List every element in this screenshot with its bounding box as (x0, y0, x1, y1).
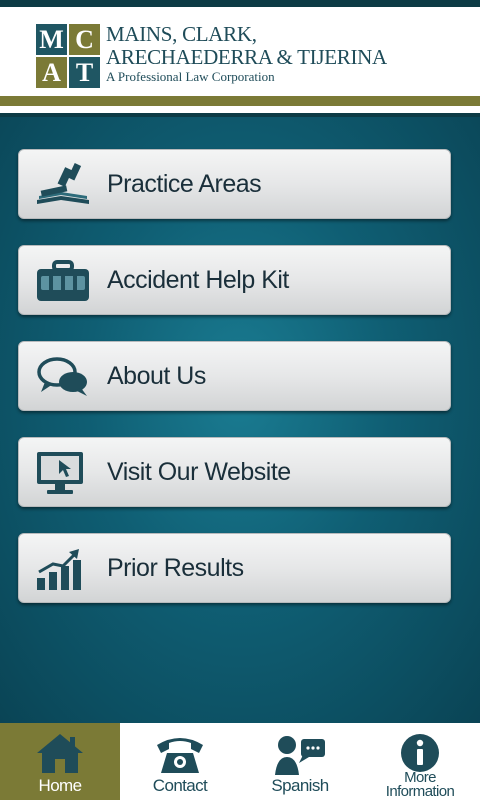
header-divider-olive (0, 96, 480, 106)
telephone-icon (157, 738, 203, 773)
visit-our-website-label: Visit Our Website (107, 458, 291, 486)
header-divider-white (0, 106, 480, 113)
monitor-cursor-icon (37, 452, 83, 494)
main-menu-area: Practice Areas Accident Help Kit About U… (0, 117, 480, 723)
bar-chart-arrow-icon (37, 549, 81, 590)
logo-letter-a: A (36, 57, 67, 88)
tab-more-label-line2: Information (385, 783, 455, 800)
chat-bubbles-icon (37, 357, 87, 396)
bottom-tab-bar: Home Contact Spanish More Information (0, 723, 480, 800)
prior-results-button[interactable]: Prior Results (18, 533, 451, 603)
gavel-book-icon (37, 163, 89, 204)
logo-letter-m: M (36, 24, 67, 55)
tab-contact[interactable]: Contact (120, 723, 240, 800)
tab-home-label: Home (38, 776, 83, 795)
logo-letter-c: C (69, 24, 100, 55)
tab-contact-label: Contact (152, 776, 208, 795)
about-us-button[interactable]: About Us (18, 341, 451, 411)
tab-home[interactable]: Home (0, 723, 120, 800)
practice-areas-button[interactable]: Practice Areas (18, 149, 451, 219)
visit-our-website-button[interactable]: Visit Our Website (18, 437, 451, 507)
accident-help-kit-button[interactable]: Accident Help Kit (18, 245, 451, 315)
tab-spanish[interactable]: Spanish (240, 723, 360, 800)
logo-letter-t: T (69, 57, 100, 88)
about-us-label: About Us (107, 362, 206, 390)
mcat-logo: M C A T (36, 24, 100, 88)
top-strip (0, 0, 480, 7)
tab-spanish-label: Spanish (271, 776, 329, 795)
prior-results-label: Prior Results (107, 554, 244, 582)
app-header: M C A T MAINS, CLARK, ARECHAEDERRA & TIJ… (0, 7, 480, 96)
accident-help-kit-label: Accident Help Kit (107, 266, 289, 294)
tab-more-information[interactable]: More Information (360, 723, 480, 800)
firm-name-line1: MAINS, CLARK, (106, 22, 257, 46)
speaking-person-icon (275, 736, 325, 775)
firm-name-line2: ARECHAEDERRA & TIJERINA (106, 45, 387, 69)
house-icon (37, 734, 83, 773)
firm-tagline: A Professional Law Corporation (106, 69, 275, 84)
briefcase-icon (37, 260, 89, 301)
practice-areas-label: Practice Areas (107, 170, 262, 198)
